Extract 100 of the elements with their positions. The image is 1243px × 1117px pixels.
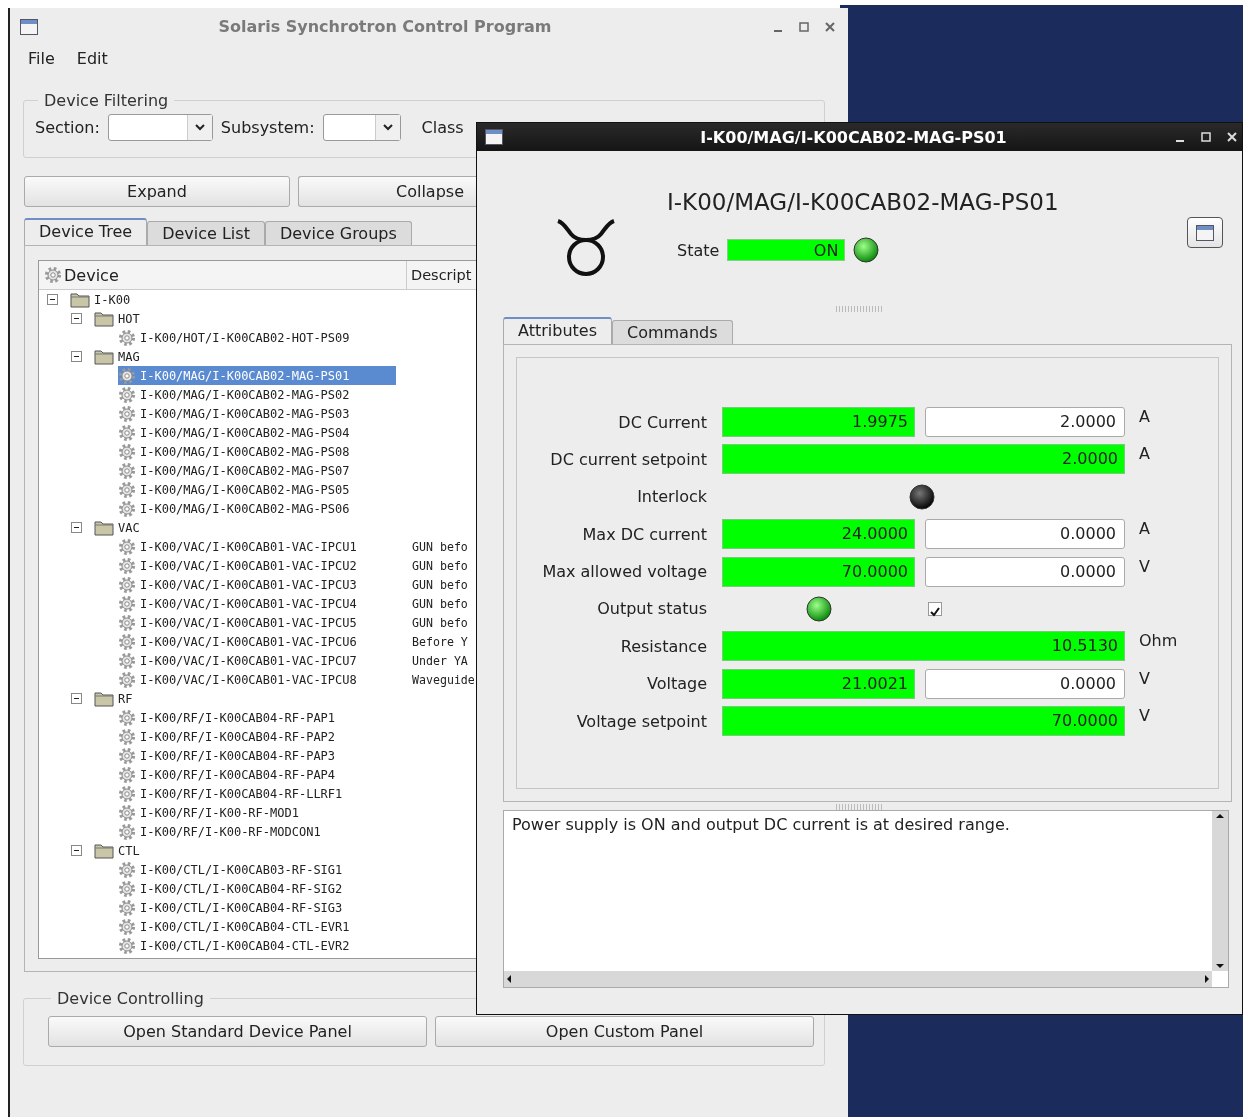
collapse-icon[interactable] xyxy=(47,294,58,305)
tree-item[interactable]: I-K00 xyxy=(70,290,177,309)
column-header[interactable]: Device xyxy=(64,265,119,285)
tree-item[interactable]: I-K00/MAG/I-K00CAB02-MAG-PS08 xyxy=(118,442,396,461)
tree-item[interactable]: I-K00/MAG/I-K00CAB02-MAG-PS01 xyxy=(118,366,396,385)
attribute-label: Max allowed voltage xyxy=(542,562,707,582)
tree-item[interactable]: I-K00/VAC/I-K00CAB01-VAC-IPCU3 xyxy=(118,575,403,594)
tab[interactable]: Device Groups xyxy=(264,221,412,245)
unit-label: V xyxy=(1139,706,1151,726)
menu-item[interactable]: File xyxy=(26,48,57,68)
gear-icon xyxy=(118,366,136,385)
button[interactable]: Collapse xyxy=(298,176,476,207)
tree-item[interactable]: I-K00/CTL/I-K00CAB03-RF-SIG1 xyxy=(118,860,389,879)
collapse-icon[interactable] xyxy=(71,845,82,856)
tree-item[interactable]: I-K00/VAC/I-K00CAB01-VAC-IPCU8 xyxy=(118,670,403,689)
reading-field: 70.0000 xyxy=(722,556,915,587)
tree-cell-text: GUN befo xyxy=(411,615,468,630)
checkbox[interactable] xyxy=(928,601,942,616)
attribute-label: Output status xyxy=(597,599,707,619)
reading-field: 24.0000 xyxy=(722,519,915,550)
window-icon[interactable] xyxy=(20,18,38,35)
scrollbar[interactable] xyxy=(1212,811,1228,971)
setpoint-field[interactable]: 0.0000 xyxy=(925,668,1125,699)
attribute-label: DC Current xyxy=(618,412,707,432)
attribute-label: DC current setpoint xyxy=(550,449,707,469)
scroll-up-icon[interactable] xyxy=(1215,811,1225,821)
tree-item[interactable]: I-K00/VAC/I-K00CAB01-VAC-IPCU2 xyxy=(118,556,403,575)
tree-item[interactable]: I-K00/VAC/I-K00CAB01-VAC-IPCU7 xyxy=(118,651,403,670)
gear-icon xyxy=(118,385,136,404)
tree-cell-text: Waveguide xyxy=(411,672,475,687)
button[interactable]: Expand xyxy=(24,176,290,207)
scroll-right-icon[interactable] xyxy=(1202,974,1212,984)
tree-item[interactable]: I-K00/HOT/I-K00CAB02-HOT-PS09 xyxy=(118,328,396,347)
tree-item[interactable]: I-K00/RF/I-K00CAB04-RF-PAP1 xyxy=(118,708,382,727)
tree-item[interactable]: VAC xyxy=(94,518,186,537)
gear-icon xyxy=(118,499,136,518)
tree-cell-text: GUN befo xyxy=(411,539,468,554)
column-header[interactable]: Descript xyxy=(411,267,472,283)
splitter-handle[interactable] xyxy=(835,804,884,810)
combo-box[interactable] xyxy=(107,114,213,141)
collapse-icon[interactable] xyxy=(71,522,82,533)
window-button[interactable] xyxy=(1187,217,1223,248)
tree-item[interactable]: I-K00/RF/I-K00CAB04-RF-PAP2 xyxy=(118,727,382,746)
tree-item[interactable]: I-K00/CTL/I-K00CAB04-CTL-EVR1 xyxy=(118,917,396,936)
gear-icon xyxy=(118,423,136,442)
tree-item[interactable]: I-K00/MAG/I-K00CAB02-MAG-PS03 xyxy=(118,404,396,423)
tree-item[interactable]: I-K00/MAG/I-K00CAB02-MAG-PS02 xyxy=(118,385,396,404)
collapse-icon[interactable] xyxy=(71,351,82,362)
tree-item[interactable]: I-K00/VAC/I-K00CAB01-VAC-IPCU5 xyxy=(118,613,403,632)
collapse-icon[interactable] xyxy=(71,313,82,324)
tree-item[interactable]: HOT xyxy=(94,309,186,328)
field-label: Section: xyxy=(35,118,100,137)
setpoint-field[interactable]: 0.0000 xyxy=(925,519,1125,550)
tab[interactable]: Device Tree xyxy=(24,218,148,245)
gear-icon xyxy=(118,879,136,898)
gear-icon xyxy=(118,936,136,955)
gear-icon xyxy=(118,328,136,347)
tree-item[interactable]: I-K00/CTL/I-K00CAB04-RF-SIG2 xyxy=(118,879,389,898)
tree-cell-text: GUN befo xyxy=(411,558,468,573)
window-icon[interactable] xyxy=(485,129,503,145)
gear-icon xyxy=(118,632,136,651)
reading-field: 21.0021 xyxy=(722,668,915,699)
tree-item[interactable]: I-K00/MAG/I-K00CAB02-MAG-PS05 xyxy=(118,480,396,499)
tree-item[interactable]: I-K00/VAC/I-K00CAB01-VAC-IPCU4 xyxy=(118,594,403,613)
tab[interactable]: Commands xyxy=(612,320,733,344)
group-title: Device Controlling xyxy=(56,989,205,1008)
state-value: ON xyxy=(727,239,846,261)
tree-item[interactable]: CTL xyxy=(94,841,186,860)
tab[interactable]: Attributes xyxy=(503,317,612,344)
setpoint-field[interactable]: 2.0000 xyxy=(925,407,1125,437)
tree-item[interactable]: I-K00/MAG/I-K00CAB02-MAG-PS04 xyxy=(118,423,396,442)
gear-icon xyxy=(118,746,136,765)
tree-item[interactable]: I-K00/MAG/I-K00CAB02-MAG-PS07 xyxy=(118,461,396,480)
combo-box[interactable] xyxy=(322,114,401,141)
button[interactable]: Open Standard Device Panel xyxy=(48,1016,427,1047)
tree-item[interactable]: I-K00/CTL/I-K00CAB04-CTL-EVR2 xyxy=(118,936,396,955)
tree-item[interactable]: I-K00/RF/I-K00CAB04-RF-LLRF1 xyxy=(118,784,389,803)
tree-item[interactable]: I-K00/VAC/I-K00CAB01-VAC-IPCU1 xyxy=(118,537,403,556)
tree-item[interactable]: MAG xyxy=(94,347,186,366)
menu-item[interactable]: Edit xyxy=(74,48,110,68)
tree-item[interactable]: I-K00/RF/I-K00-RF-MODCON1 xyxy=(118,822,367,841)
tree-item[interactable]: I-K00/CTL/I-K00CAB04-RF-SIG3 xyxy=(118,898,389,917)
scroll-down-icon[interactable] xyxy=(1215,961,1225,971)
collapse-icon[interactable] xyxy=(71,693,82,704)
tree-item[interactable]: I-K00/RF/I-K00-RF-MOD1 xyxy=(118,803,345,822)
tree-item[interactable]: RF xyxy=(94,689,179,708)
scrollbar[interactable] xyxy=(504,971,1212,987)
button[interactable]: Open Custom Panel xyxy=(435,1016,814,1047)
reading-field: 10.5130 xyxy=(722,631,1125,662)
tree-item[interactable]: I-K00/VAC/I-K00CAB01-VAC-IPCU6 xyxy=(118,632,403,651)
gear-icon xyxy=(118,461,136,480)
gear-icon xyxy=(118,575,136,594)
attribute-label: Voltage xyxy=(647,674,707,694)
setpoint-field[interactable]: 0.0000 xyxy=(925,556,1125,587)
tree-item[interactable]: I-K00/MAG/I-K00CAB02-MAG-PS06 xyxy=(118,499,396,518)
gear-icon xyxy=(118,594,136,613)
tree-item[interactable]: I-K00/RF/I-K00CAB04-RF-PAP3 xyxy=(118,746,382,765)
tab[interactable]: Device List xyxy=(147,221,265,245)
folder-icon xyxy=(94,690,114,707)
tree-item[interactable]: I-K00/RF/I-K00CAB04-RF-PAP4 xyxy=(118,765,382,784)
